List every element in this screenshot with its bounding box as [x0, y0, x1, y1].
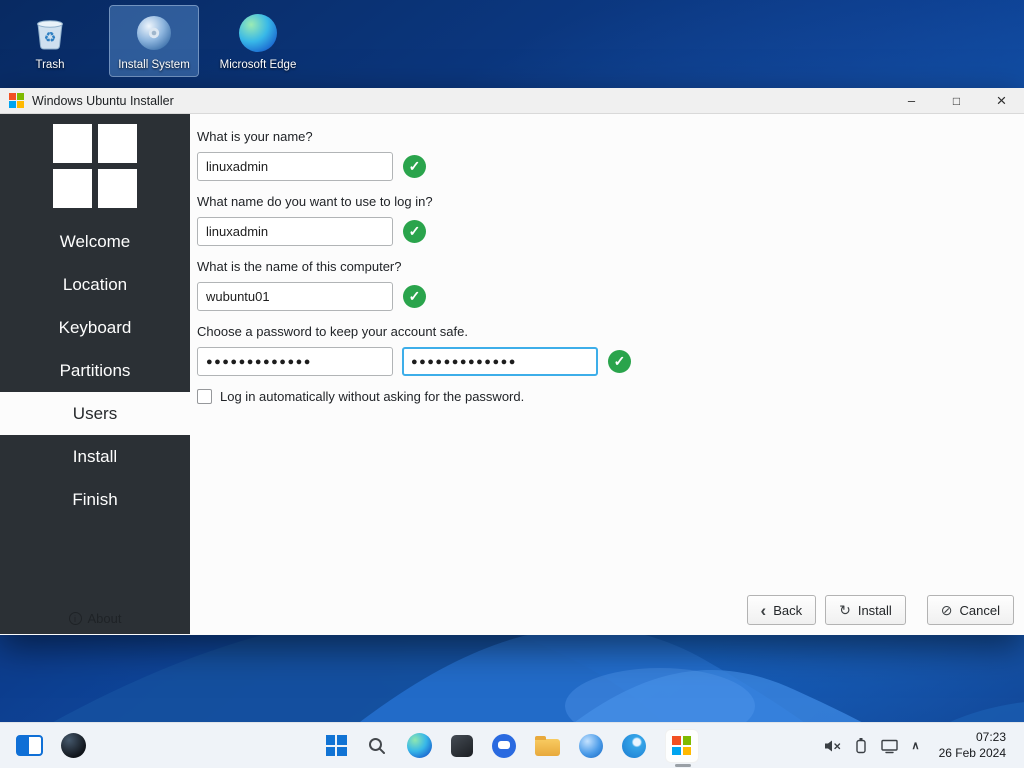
back-arrow-icon: ‹ — [761, 602, 767, 619]
folder-icon — [535, 739, 560, 756]
about-label: About — [88, 611, 122, 626]
installer-window: Windows Ubuntu Installer – □ × Welcome L… — [0, 88, 1024, 635]
back-label: Back — [773, 603, 802, 618]
taskbar-edge-button[interactable] — [407, 733, 432, 758]
desktop-icon-label: Trash — [36, 59, 65, 72]
info-icon: i — [69, 612, 82, 625]
valid-check-icon: ✓ — [403, 155, 426, 178]
clock-date: 26 Feb 2024 — [939, 746, 1006, 762]
autologin-row: Log in automatically without asking for … — [197, 389, 1024, 404]
battery-button[interactable] — [855, 737, 867, 754]
taskbar-panel-button[interactable] — [16, 735, 43, 756]
full-name-input[interactable] — [197, 152, 393, 181]
svg-text:♻: ♻ — [44, 29, 57, 45]
taskbar-chat-button[interactable] — [492, 734, 516, 758]
install-disc-icon — [132, 11, 176, 55]
close-button[interactable]: × — [979, 88, 1024, 113]
taskbar-terminal-button[interactable] — [451, 735, 473, 757]
sidebar-item-install[interactable]: Install — [0, 435, 190, 478]
desktop-icons: ♻ Trash Install System Micros — [6, 6, 302, 76]
back-button[interactable]: ‹ Back — [747, 595, 817, 625]
taskbar-browser-button[interactable] — [579, 734, 603, 758]
taskbar-file-explorer-button[interactable] — [535, 736, 560, 756]
terminal-icon — [451, 735, 473, 757]
window-title: Windows Ubuntu Installer — [32, 94, 174, 108]
installer-steps-nav: Welcome Location Keyboard Partitions Use… — [0, 220, 190, 521]
sidebar-item-keyboard[interactable]: Keyboard — [0, 306, 190, 349]
maximize-button[interactable]: □ — [934, 88, 979, 113]
desktop-icon-label: Microsoft Edge — [220, 59, 297, 72]
username-input[interactable] — [197, 217, 393, 246]
hostname-question: What is the name of this computer? — [197, 259, 1024, 274]
installer-logo-icon — [53, 124, 137, 208]
autologin-checkbox[interactable] — [197, 389, 212, 404]
sidebar-item-partitions[interactable]: Partitions — [0, 349, 190, 392]
taskbar-app-button[interactable] — [622, 734, 646, 758]
tray-chevron-icon[interactable]: ∧ — [912, 739, 920, 752]
sidebar-item-welcome[interactable]: Welcome — [0, 220, 190, 263]
taskbar-launcher-button[interactable] — [61, 733, 86, 758]
edge-icon — [236, 11, 280, 55]
install-label: Install — [858, 603, 892, 618]
window-controls: – □ × — [889, 88, 1024, 113]
install-button[interactable]: ↻ Install — [825, 595, 906, 625]
sidebar-item-users[interactable]: Users — [0, 392, 190, 435]
sidebar-item-location[interactable]: Location — [0, 263, 190, 306]
password-input[interactable] — [197, 347, 393, 376]
desktop-icon-trash[interactable]: ♻ Trash — [6, 6, 94, 76]
window-icon — [9, 93, 24, 108]
desktop-icon-edge[interactable]: Microsoft Edge — [214, 6, 302, 76]
browser-icon — [579, 734, 603, 758]
panel-icon — [16, 735, 43, 756]
footer-buttons: ‹ Back ↻ Install ⊘ Cancel — [747, 595, 1014, 625]
chat-icon — [492, 734, 516, 758]
edge-icon — [407, 733, 432, 758]
minimize-button[interactable]: – — [889, 88, 934, 113]
trash-icon: ♻ — [28, 11, 72, 55]
password-confirm-input[interactable] — [402, 347, 598, 376]
autologin-label: Log in automatically without asking for … — [220, 389, 524, 404]
windows-start-icon — [326, 735, 347, 756]
cancel-label: Cancel — [960, 603, 1000, 618]
password-question: Choose a password to keep your account s… — [197, 324, 1024, 339]
hostname-input[interactable] — [197, 282, 393, 311]
desktop-icon-label: Install System — [118, 59, 190, 72]
taskbar-installer-active-button[interactable] — [665, 729, 699, 763]
installer-grid-icon — [672, 736, 691, 755]
battery-icon — [855, 737, 867, 754]
desktop-icon-install-system[interactable]: Install System — [110, 6, 198, 76]
valid-check-icon: ✓ — [403, 285, 426, 308]
cancel-button[interactable]: ⊘ Cancel — [927, 595, 1014, 625]
installer-sidebar: Welcome Location Keyboard Partitions Use… — [0, 114, 190, 634]
search-button[interactable] — [366, 735, 388, 757]
valid-check-icon: ✓ — [403, 220, 426, 243]
login-question: What name do you want to use to log in? — [197, 194, 1024, 209]
start-button[interactable] — [326, 735, 347, 756]
sidebar-item-finish[interactable]: Finish — [0, 478, 190, 521]
install-icon: ↻ — [839, 603, 851, 617]
network-icon — [880, 738, 899, 754]
clock-time: 07:23 — [939, 730, 1006, 746]
about-button[interactable]: i About — [0, 611, 190, 626]
volume-muted-icon — [823, 738, 842, 754]
window-titlebar[interactable]: Windows Ubuntu Installer – □ × — [0, 88, 1024, 114]
network-button[interactable] — [880, 738, 899, 754]
users-page: What is your name? ✓ What name do you wa… — [190, 114, 1024, 634]
taskbar-clock[interactable]: 07:23 26 Feb 2024 — [939, 730, 1006, 761]
dark-orb-icon — [61, 733, 86, 758]
name-question: What is your name? — [197, 129, 1024, 144]
taskbar: ∧ 07:23 26 Feb 2024 — [0, 722, 1024, 768]
cancel-icon: ⊘ — [941, 603, 953, 617]
volume-muted-button[interactable] — [823, 738, 842, 754]
valid-check-icon: ✓ — [608, 350, 631, 373]
search-icon — [366, 735, 388, 757]
blue-app-icon — [622, 734, 646, 758]
